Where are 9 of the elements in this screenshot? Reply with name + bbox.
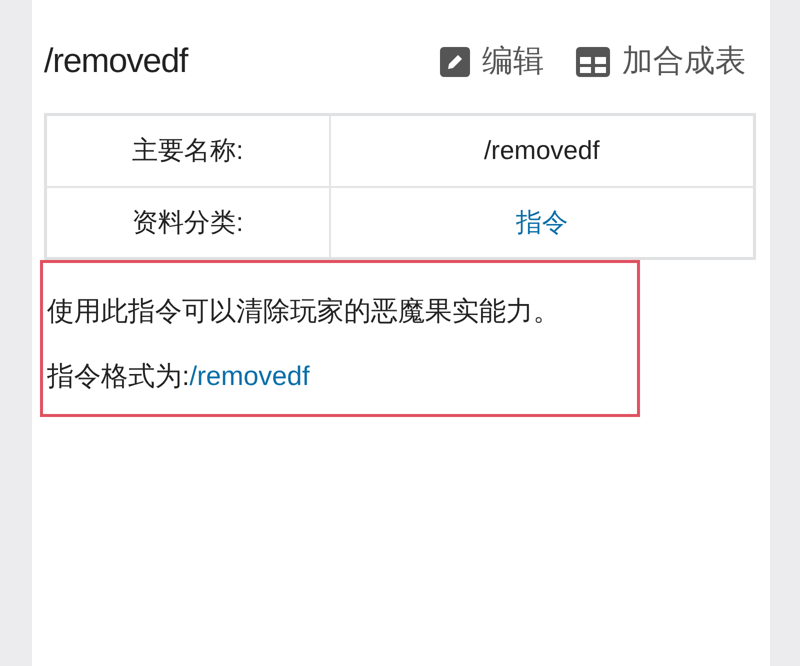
pencil-icon bbox=[440, 46, 470, 76]
command-link[interactable]: /removedf bbox=[190, 356, 310, 396]
table-icon bbox=[576, 46, 610, 76]
table-cell: 主要名称: bbox=[46, 114, 330, 186]
add-table-link[interactable]: 加合成表 bbox=[576, 38, 746, 85]
edit-link[interactable]: 编辑 bbox=[440, 38, 544, 85]
description-text: 使用此指令可以清除玩家的恶魔果实能力。 bbox=[47, 295, 561, 328]
page-title: /removedf bbox=[44, 41, 188, 82]
format-label: 指令格式为: bbox=[47, 360, 190, 392]
